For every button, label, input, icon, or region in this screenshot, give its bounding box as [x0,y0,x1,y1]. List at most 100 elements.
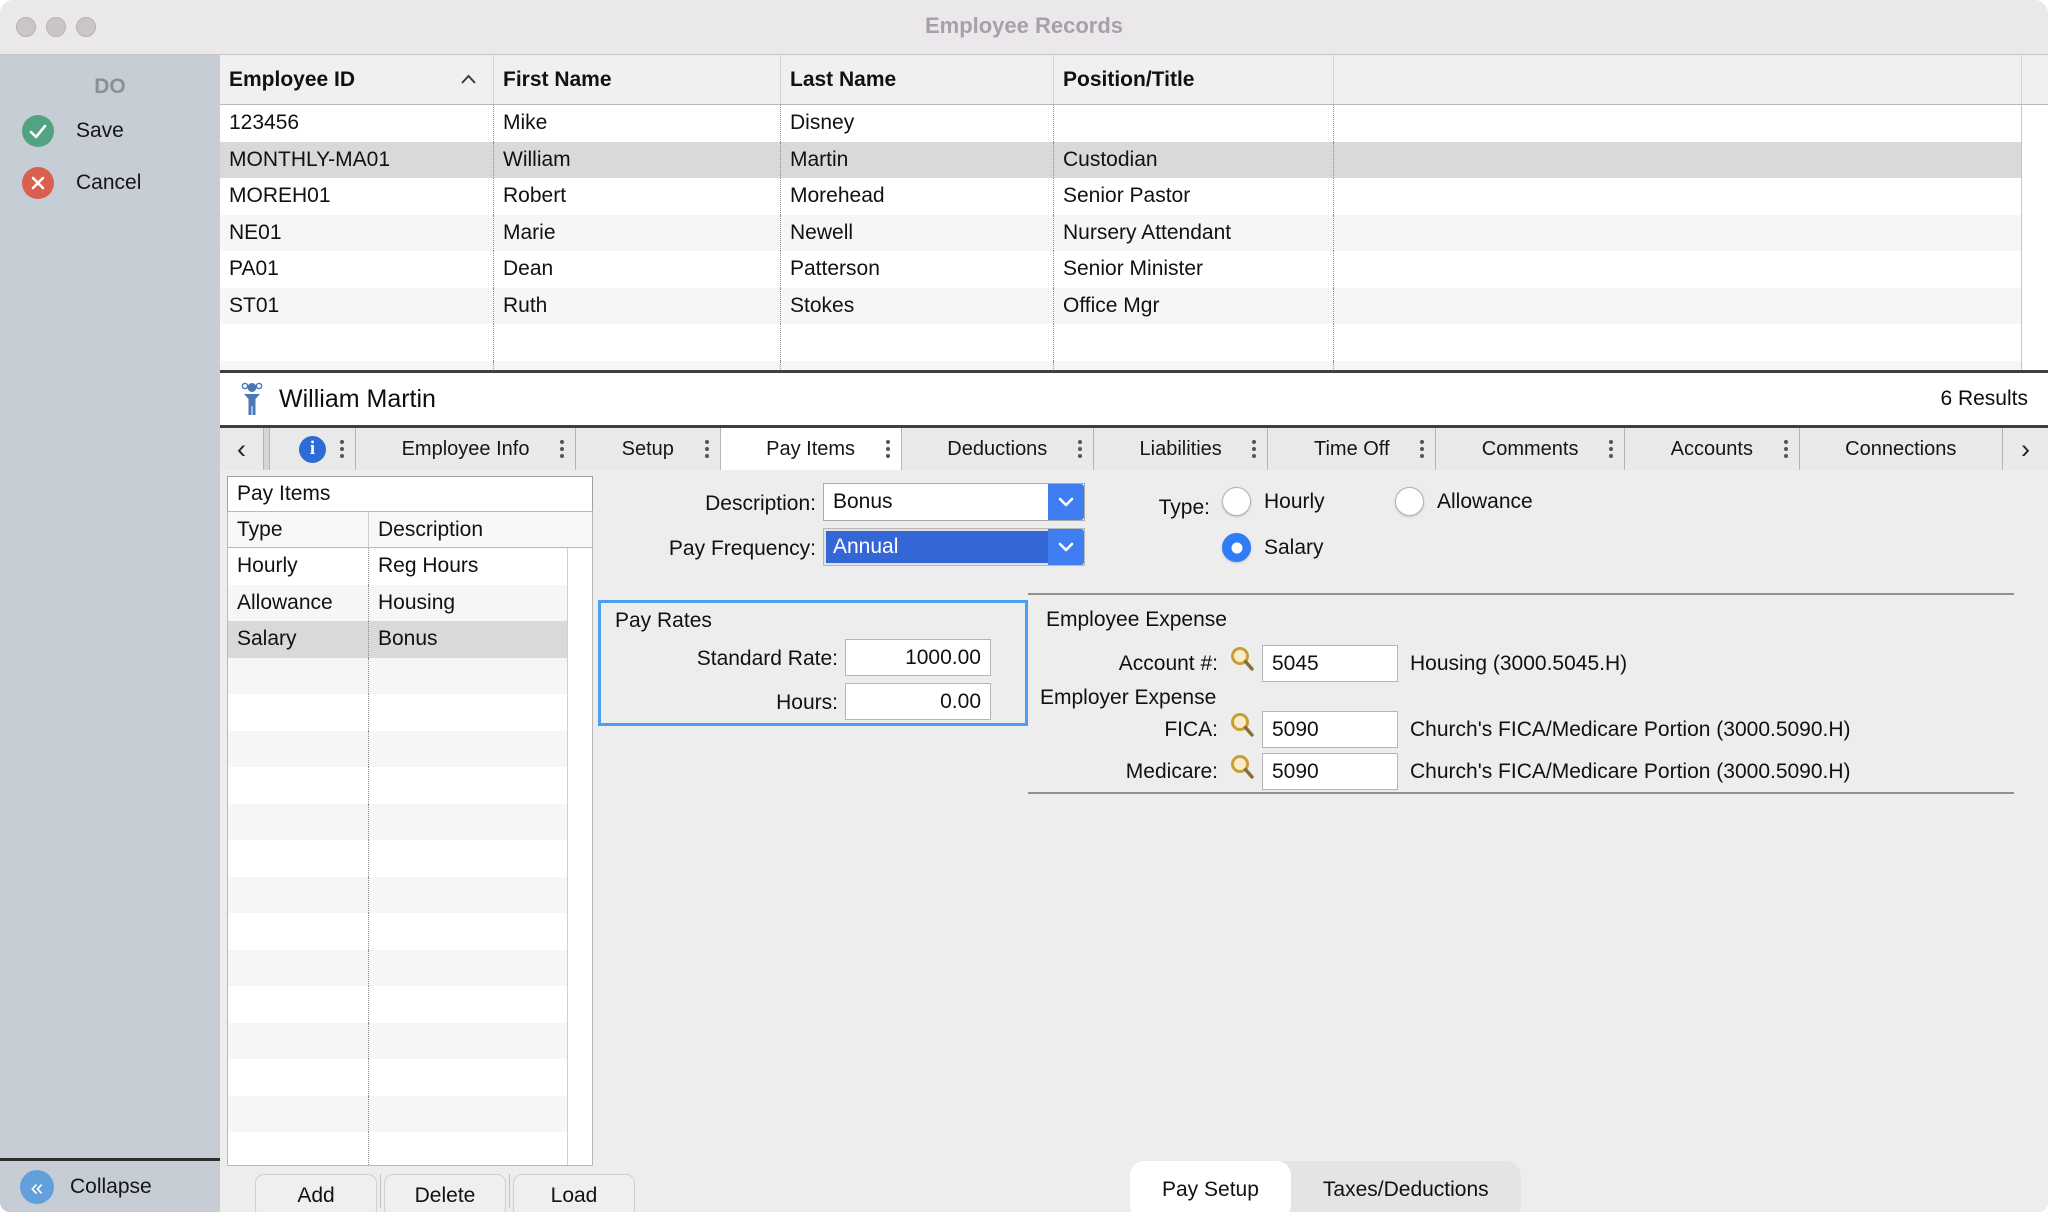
type-radio-salary[interactable]: Salary [1222,533,1324,562]
pay-item-row-empty [228,986,567,1023]
expense-group-top-rule [1028,593,2014,595]
cell: Marie [493,215,780,252]
employee-row-pa01[interactable]: PA01DeanPattersonSenior Minister [220,251,2048,288]
tabs-scroll-left-button[interactable]: ‹ [220,428,264,470]
bottom-tab-pay-setup[interactable]: Pay Setup [1130,1161,1291,1212]
standard-rate-label: Standard Rate: [601,647,838,671]
employee-table-scrollbar[interactable] [2021,105,2048,370]
pay-items-scrollbar[interactable] [567,548,592,1165]
description-label: Description: [566,492,816,516]
tab-menu-icon[interactable] [705,447,709,451]
cancel-x-icon [22,167,54,199]
sidebar: DO Save Cancel [0,55,220,1158]
save-check-icon [22,115,54,147]
tab-accounts[interactable]: Accounts [1624,428,1798,470]
add-button[interactable]: Add [255,1174,377,1212]
collapse-button[interactable]: « Collapse [0,1158,220,1212]
account-number-label: Account #: [998,652,1218,676]
pay-item-row-empty [228,1132,567,1166]
pay-frequency-dropdown[interactable]: Annual [823,528,1085,566]
pay-item-row-empty [228,731,567,768]
collapse-chevrons-icon: « [20,1170,54,1204]
cell: 123456 [220,105,493,142]
cell [1333,142,2021,179]
cell: Newell [780,215,1053,252]
tab-pay-items[interactable]: Pay Items [720,428,901,470]
medicare-account-field[interactable]: 5090 [1262,753,1398,790]
tab-time-off[interactable]: Time Off [1267,428,1435,470]
pay-item-row-empty [228,913,567,950]
fica-lookup-icon[interactable] [1228,711,1256,739]
type-radio-hourly[interactable]: Hourly [1222,487,1325,516]
fica-account-field[interactable]: 5090 [1262,711,1398,748]
medicare-lookup-icon[interactable] [1228,753,1256,781]
sidebar-do-header: DO [0,55,220,99]
fica-label: FICA: [998,718,1218,742]
employee-row-123456[interactable]: 123456MikeDisney [220,105,2048,142]
pay-item-row-empty [228,804,567,841]
standard-rate-field[interactable]: 1000.00 [845,639,991,676]
type-label: Type: [1140,496,1210,520]
cell: ST01 [220,288,493,325]
tabs-scroll-right-button[interactable]: › [2002,428,2048,470]
column-header-last-name[interactable]: Last Name [780,55,1053,104]
pay-item-row-empty [228,1059,567,1096]
pay-item-row-housing[interactable]: AllowanceHousing [228,585,567,622]
employee-row-st01[interactable]: ST01RuthStokesOffice Mgr [220,288,2048,325]
cell [220,361,493,371]
column-header-position-title[interactable]: Position/Title [1053,55,1333,104]
tab-menu-icon[interactable] [886,447,890,451]
dropdown-chevron-icon[interactable] [1048,529,1084,565]
tab-connections[interactable]: Connections [1799,428,2002,470]
tab-deductions[interactable]: Deductions [901,428,1093,470]
account-number-field[interactable]: 5045 [1262,645,1398,682]
pay-item-row-empty [228,767,567,804]
cell: William [493,142,780,179]
tab-comments[interactable]: Comments [1435,428,1624,470]
pay-items-column-header-description[interactable]: Description [368,512,592,547]
account-lookup-icon[interactable] [1228,645,1256,673]
tab-menu-icon[interactable] [1252,447,1256,451]
employee-row-empty [220,324,2048,361]
tab-liabilities[interactable]: Liabilities [1093,428,1267,470]
column-header-employee-id[interactable]: Employee ID [220,55,493,104]
tab-record-info[interactable]: i [269,428,355,470]
person-icon [240,382,264,416]
tab-menu-icon[interactable] [1078,447,1082,451]
tab-menu-icon[interactable] [1609,447,1613,451]
tab-menu-icon[interactable] [560,447,564,451]
cell [493,361,780,371]
type-radio-allowance[interactable]: Allowance [1395,487,1533,516]
employer-expense-title: Employer Expense [1040,686,1216,710]
save-button[interactable]: Save [22,115,124,147]
pay-item-row-bonus[interactable]: SalaryBonus [228,621,567,658]
tab-setup[interactable]: Setup [575,428,719,470]
cell [1053,361,1333,371]
cancel-button-label: Cancel [76,171,141,195]
employee-row-moreh01[interactable]: MOREH01RobertMoreheadSenior Pastor [220,178,2048,215]
column-header-first-name[interactable]: First Name [493,55,780,104]
selected-employee-name: William Martin [279,385,436,414]
cell [220,324,493,361]
tab-menu-icon[interactable] [1784,447,1788,451]
tab-employee-info[interactable]: Employee Info [355,428,575,470]
collapse-button-label: Collapse [70,1175,152,1199]
tab-bar: ‹ i Employee InfoSetupPay ItemsDeduction… [220,428,2048,470]
cell: Morehead [780,178,1053,215]
pay-item-row-empty [228,658,567,695]
delete-button[interactable]: Delete [384,1174,506,1212]
cell: Custodian [1053,142,1333,179]
description-dropdown[interactable]: Bonus [823,483,1085,521]
bottom-tab-taxes-deductions[interactable]: Taxes/Deductions [1291,1161,1521,1212]
employee-row-monthly-ma01[interactable]: MONTHLY-MA01WilliamMartinCustodian [220,142,2048,179]
pay-items-column-header-type[interactable]: Type [228,512,368,547]
pay-item-row-empty [228,1023,567,1060]
tab-menu-icon[interactable] [340,447,344,451]
dropdown-chevron-icon[interactable] [1048,484,1084,520]
pay-item-row-reg-hours[interactable]: HourlyReg Hours [228,548,567,585]
cancel-button[interactable]: Cancel [22,167,141,199]
load-button[interactable]: Load [513,1174,635,1212]
hours-field[interactable]: 0.00 [845,683,991,720]
employee-row-ne01[interactable]: NE01MarieNewellNursery Attendant [220,215,2048,252]
tab-menu-icon[interactable] [1420,447,1424,451]
